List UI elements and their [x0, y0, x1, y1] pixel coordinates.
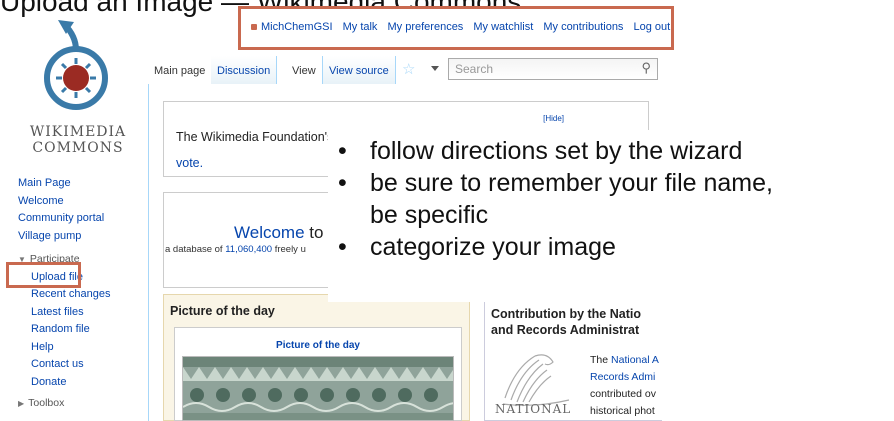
search-icon[interactable]: ⚲ — [641, 60, 651, 76]
my-watchlist-link[interactable]: My watchlist — [473, 21, 533, 33]
personal-tools-bar: MichChemGSI My talk My preferences My wa… — [238, 6, 674, 50]
my-preferences-link[interactable]: My preferences — [388, 21, 464, 33]
logo-wordmark: WIKIMEDIA COMMONS — [29, 124, 127, 156]
triangle-right-icon: ▶ — [18, 399, 25, 408]
tab-main-page[interactable]: Main page — [148, 56, 213, 84]
hide-notice-link[interactable]: [Hide] — [543, 114, 564, 123]
wikimedia-commons-logo[interactable] — [30, 20, 130, 116]
search-input[interactable]: Search ⚲ — [448, 58, 658, 80]
tab-view-source[interactable]: View source — [323, 56, 396, 84]
sidebar-item-main-page[interactable]: Main Page — [18, 175, 138, 193]
nara-heading: Contribution by the Natio and Records Ad… — [491, 307, 641, 337]
bullet-remember-file-name-cont: be specific — [370, 201, 489, 229]
sidebar: Main Page Welcome Community portal Villa… — [18, 175, 138, 413]
sidebar-item-village-pump[interactable]: Village pump — [18, 228, 138, 246]
potd-inner-title[interactable]: Picture of the day — [174, 340, 462, 351]
user-link[interactable]: MichChemGSI — [261, 21, 333, 33]
national-archives-wordmark: NATIONAL — [495, 402, 572, 416]
bullet-categorize: categorize your image — [338, 231, 773, 263]
potd-heading: Picture of the day — [170, 304, 275, 318]
sidebar-item-community-portal[interactable]: Community portal — [18, 210, 138, 228]
sidebar-item-latest-files[interactable]: Latest files — [31, 304, 138, 322]
tab-discussion[interactable]: Discussion — [211, 56, 278, 84]
sidebar-item-random-file[interactable]: Random file — [31, 321, 138, 339]
nara-text: The National A Records Admi contributed … — [590, 354, 659, 417]
bullet-follow-directions: follow directions set by the wizard — [338, 135, 773, 167]
slide-bullet-list: follow directions set by the wizard be s… — [338, 135, 773, 263]
watch-star-icon[interactable]: ☆ — [402, 60, 415, 78]
national-archives-link[interactable]: National A — [611, 354, 659, 366]
file-count-link[interactable]: 11,060,400 — [225, 244, 272, 255]
upload-file-highlight — [6, 262, 81, 288]
more-actions-caret-icon[interactable] — [431, 66, 439, 71]
sidebar-item-recent-changes[interactable]: Recent changes — [31, 286, 138, 304]
my-contributions-link[interactable]: My contributions — [543, 21, 623, 33]
user-icon — [251, 24, 257, 31]
picture-of-the-day-image[interactable] — [182, 356, 454, 421]
sidebar-item-welcome[interactable]: Welcome — [18, 193, 138, 211]
bullet-remember-file-name: be sure to remember your file name, — [338, 167, 773, 199]
tab-view[interactable]: View — [286, 56, 323, 84]
sidebar-item-help[interactable]: Help — [31, 339, 138, 357]
welcome-link[interactable]: Welcome — [234, 223, 305, 242]
content-border — [148, 84, 149, 421]
welcome-title: Welcome to — [234, 223, 324, 242]
sidebar-item-contact-us[interactable]: Contact us — [31, 356, 138, 374]
sidebar-item-donate[interactable]: Donate — [31, 374, 138, 392]
toolbox-heading[interactable]: ▶ Toolbox — [18, 395, 138, 413]
log-out-link[interactable]: Log out — [634, 21, 671, 33]
welcome-subtitle: a database of 11,060,400 freely u — [165, 244, 306, 255]
records-admin-link[interactable]: Records Admi — [590, 369, 659, 386]
my-talk-link[interactable]: My talk — [343, 21, 378, 33]
